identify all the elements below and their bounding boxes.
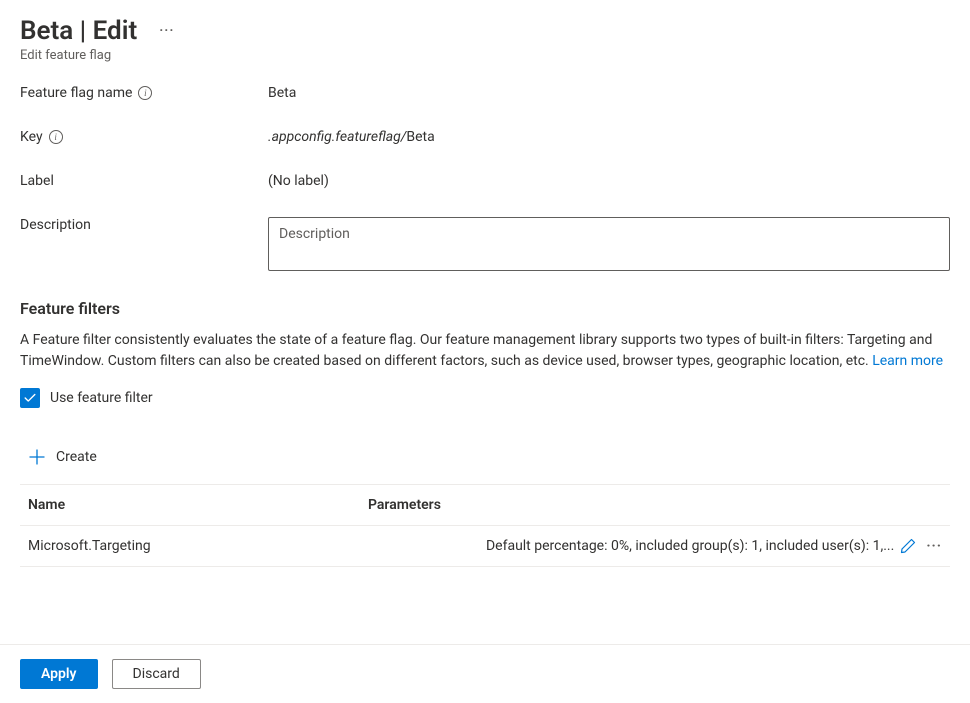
label-label: Label: [20, 173, 268, 189]
label-value: (No label): [268, 173, 329, 189]
use-feature-filter-checkbox[interactable]: [20, 388, 40, 408]
feature-flag-name-label: Feature flag name i: [20, 85, 268, 101]
page-subtitle: Edit feature flag: [20, 48, 950, 63]
feature-filters-description-text: A Feature filter consistently evaluates …: [20, 332, 932, 369]
feature-filters-description: A Feature filter consistently evaluates …: [20, 330, 950, 372]
create-filter-button[interactable]: Create: [20, 438, 950, 485]
feature-flag-name-value: Beta: [268, 85, 296, 101]
create-filter-label: Create: [56, 449, 97, 465]
info-icon[interactable]: i: [138, 86, 152, 100]
description-label-text: Description: [20, 217, 91, 233]
table-header-name: Name: [28, 497, 368, 513]
description-label: Description: [20, 217, 268, 233]
edit-icon[interactable]: [900, 538, 916, 554]
feature-filters-heading: Feature filters: [20, 299, 950, 318]
key-value: .appconfig.featureflag/Beta: [268, 129, 435, 145]
key-name: Beta: [406, 129, 434, 145]
info-icon[interactable]: i: [49, 130, 63, 144]
more-icon[interactable]: ···: [155, 19, 178, 43]
discard-button[interactable]: Discard: [112, 659, 201, 689]
page-title: Beta | Edit: [20, 16, 137, 46]
plus-icon: [28, 448, 46, 466]
table-header-parameters: Parameters: [368, 497, 441, 513]
footer: Apply Discard: [0, 644, 970, 703]
key-label-text: Key: [20, 129, 43, 145]
filter-row-name: Microsoft.Targeting: [28, 538, 368, 554]
row-more-icon[interactable]: ···: [926, 538, 942, 554]
key-label: Key i: [20, 129, 268, 145]
label-label-text: Label: [20, 173, 54, 189]
apply-button[interactable]: Apply: [20, 659, 98, 689]
learn-more-link[interactable]: Learn more: [872, 353, 943, 369]
description-input[interactable]: [268, 217, 950, 271]
feature-flag-name-label-text: Feature flag name: [20, 85, 132, 101]
checkmark-icon: [23, 391, 37, 405]
filters-table-header: Name Parameters: [20, 485, 950, 526]
use-feature-filter-label: Use feature filter: [50, 390, 153, 406]
key-prefix: .appconfig.featureflag/: [268, 129, 406, 145]
filter-row-params: Default percentage: 0%, included group(s…: [486, 538, 894, 554]
table-row[interactable]: Microsoft.Targeting Default percentage: …: [20, 526, 950, 567]
